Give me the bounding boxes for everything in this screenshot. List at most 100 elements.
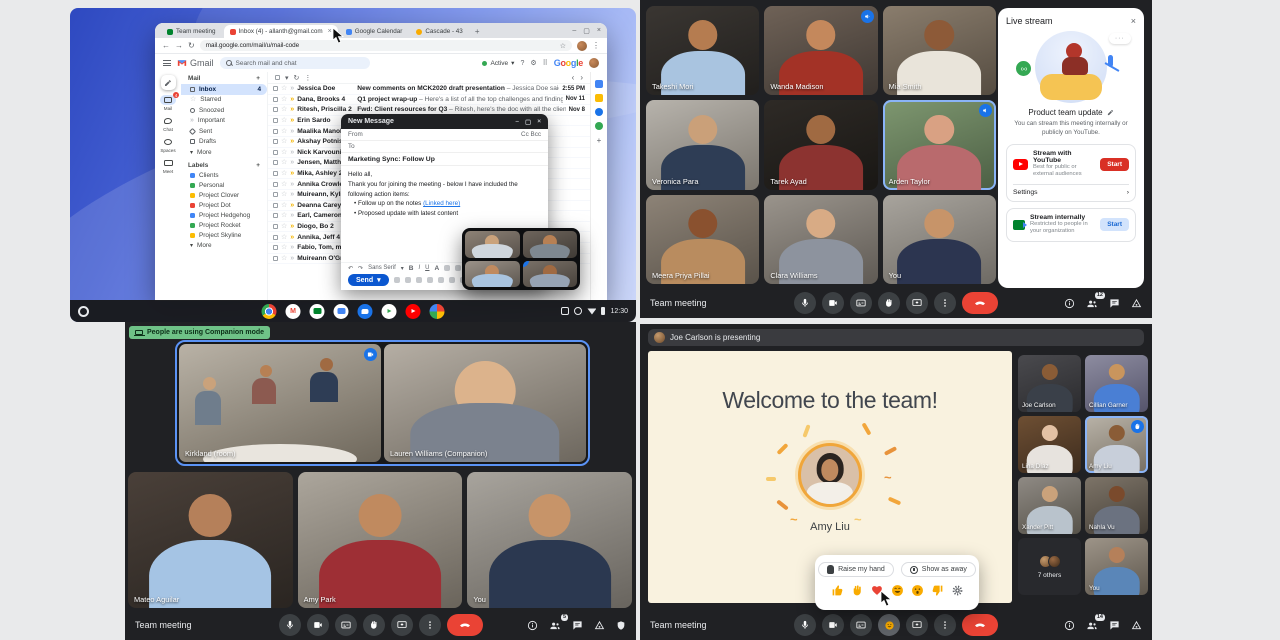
checkbox-icon[interactable] bbox=[273, 171, 278, 176]
insert-image-icon[interactable] bbox=[449, 277, 455, 283]
present-button[interactable] bbox=[906, 292, 928, 314]
from-field[interactable]: FromCc Bcc bbox=[341, 129, 548, 141]
tab-team-meeting[interactable]: Team meeting bbox=[161, 25, 222, 38]
prev-page-icon[interactable]: ‹ bbox=[572, 73, 575, 82]
reload-button[interactable]: ↻ bbox=[188, 41, 195, 50]
camera-button[interactable] bbox=[822, 614, 844, 636]
star-icon[interactable]: ☆ bbox=[281, 85, 287, 92]
add-addon-icon[interactable]: + bbox=[597, 136, 602, 145]
maximize-button[interactable]: ▢ bbox=[583, 27, 590, 35]
participant-tile-speaking[interactable]: Arden Taylor bbox=[883, 100, 996, 189]
chat-icon[interactable] bbox=[1109, 298, 1120, 309]
youtube-icon[interactable] bbox=[406, 304, 421, 319]
activities-icon[interactable] bbox=[1131, 298, 1142, 309]
profile-avatar[interactable] bbox=[577, 41, 587, 51]
end-call-button[interactable] bbox=[447, 614, 483, 636]
compose-close-icon[interactable]: × bbox=[537, 118, 541, 126]
importance-icon[interactable]: » bbox=[290, 138, 294, 145]
bold-button[interactable]: B bbox=[409, 265, 414, 272]
address-bar[interactable]: mail.google.com/mail/u/mail-code ☆ bbox=[200, 40, 572, 51]
status-tray[interactable]: 12:30 bbox=[561, 307, 628, 315]
participant-tile[interactable]: Clara Williams bbox=[764, 195, 877, 284]
bookmark-icon[interactable]: ☆ bbox=[560, 42, 566, 50]
font-selector[interactable]: Sans Serif bbox=[368, 265, 396, 271]
launcher-button[interactable] bbox=[78, 306, 89, 317]
people-icon[interactable]: 5 bbox=[549, 620, 561, 631]
importance-icon[interactable]: » bbox=[290, 149, 294, 156]
participant-tile[interactable]: Veronica Para bbox=[646, 100, 759, 189]
more-options-button[interactable] bbox=[934, 614, 956, 636]
importance-icon[interactable]: » bbox=[290, 85, 294, 92]
meet-shelf-icon[interactable] bbox=[310, 304, 325, 319]
star-icon[interactable]: ☆ bbox=[281, 255, 287, 262]
subject-field[interactable]: Marketing Sync: Follow Up bbox=[341, 153, 548, 166]
checkbox-icon[interactable] bbox=[273, 129, 278, 134]
participant-tile[interactable]: Joe Carlson bbox=[1018, 355, 1081, 412]
star-icon[interactable]: ☆ bbox=[281, 202, 287, 209]
insert-link-icon[interactable] bbox=[416, 277, 422, 283]
captions-button[interactable] bbox=[850, 614, 872, 636]
room-tile[interactable]: Kirkland (room) bbox=[179, 344, 381, 462]
sidebar-item-drafts[interactable]: Drafts bbox=[181, 137, 267, 148]
info-icon[interactable] bbox=[527, 620, 538, 631]
checkbox-icon[interactable] bbox=[273, 192, 278, 197]
star-icon[interactable]: ☆ bbox=[281, 170, 287, 177]
sidebar-item-important[interactable]: »Important bbox=[181, 116, 267, 127]
apps-grid-icon[interactable]: ⠿ bbox=[543, 59, 548, 67]
checkbox-icon[interactable] bbox=[273, 203, 278, 208]
list-icon[interactable] bbox=[455, 265, 461, 271]
sidebar-item-sent[interactable]: Sent bbox=[181, 126, 267, 137]
companion-mode-banner[interactable]: People are using Companion mode bbox=[129, 326, 270, 339]
close-button[interactable]: × bbox=[597, 27, 601, 35]
tasks-icon[interactable] bbox=[595, 108, 603, 116]
label-project-skyline[interactable]: Project Skyline bbox=[181, 231, 267, 241]
underline-button[interactable]: U bbox=[425, 265, 429, 271]
more-options-button[interactable] bbox=[419, 614, 441, 636]
align-icon[interactable] bbox=[444, 265, 450, 271]
formatting-icon[interactable] bbox=[394, 277, 400, 283]
importance-icon[interactable]: » bbox=[290, 223, 294, 230]
checkbox-icon[interactable] bbox=[273, 150, 278, 155]
thumbs-up-emoji[interactable] bbox=[831, 584, 844, 597]
chrome-icon[interactable] bbox=[262, 304, 277, 319]
redo-icon[interactable]: ↷ bbox=[358, 265, 363, 272]
participant-tile-raised-hand[interactable]: Amy Liu bbox=[1085, 416, 1148, 473]
chevron-down-icon[interactable]: ▾ bbox=[285, 74, 289, 82]
add-label-icon[interactable]: + bbox=[256, 162, 260, 169]
sidebar-item-inbox[interactable]: Inbox4 bbox=[181, 84, 267, 95]
files-icon[interactable] bbox=[334, 304, 349, 319]
mic-button[interactable] bbox=[279, 614, 301, 636]
participant-tile[interactable]: Amy Park bbox=[298, 472, 463, 608]
info-icon[interactable] bbox=[1064, 298, 1075, 309]
participant-tile[interactable]: Nahla Vu bbox=[1085, 477, 1148, 534]
participant-tile[interactable]: Mia Smith bbox=[883, 6, 996, 95]
participant-tile[interactable]: Lina Díaz bbox=[1018, 416, 1081, 473]
photos-icon[interactable] bbox=[430, 304, 445, 319]
importance-icon[interactable]: » bbox=[290, 170, 294, 177]
start-internal-button[interactable]: Start bbox=[1100, 218, 1129, 231]
chat-shelf-icon[interactable] bbox=[358, 304, 373, 319]
importance-icon[interactable]: » bbox=[290, 255, 294, 262]
chat-icon[interactable] bbox=[572, 620, 583, 631]
browser-menu-icon[interactable]: ⋮ bbox=[592, 41, 600, 50]
checkbox-icon[interactable] bbox=[273, 86, 278, 91]
tab-close-icon[interactable]: × bbox=[328, 28, 332, 35]
rail-item-mail[interactable]: 4 Mail bbox=[160, 95, 176, 111]
captions-button[interactable] bbox=[850, 292, 872, 314]
keep-icon[interactable] bbox=[595, 94, 603, 102]
email-row[interactable]: ☆»Jessica DoeNew comments on MCK2020 dra… bbox=[268, 84, 590, 95]
edit-pencil-icon[interactable] bbox=[1107, 109, 1114, 116]
label-clients[interactable]: Clients bbox=[181, 171, 267, 181]
participant-tile[interactable]: Cillian Garner bbox=[1085, 355, 1148, 412]
body-link[interactable]: (Linked here) bbox=[423, 200, 460, 207]
cc-bcc-toggle[interactable]: Cc Bcc bbox=[521, 131, 541, 138]
compose-minimize-icon[interactable]: – bbox=[515, 118, 519, 126]
mic-button[interactable] bbox=[794, 292, 816, 314]
label-project-dot[interactable]: Project Dot bbox=[181, 201, 267, 211]
label-project-clover[interactable]: Project Clover bbox=[181, 191, 267, 201]
compose-popout-icon[interactable]: ▢ bbox=[525, 118, 531, 126]
hamburger-icon[interactable] bbox=[163, 60, 171, 66]
tab-cascade[interactable]: Cascade - 43 bbox=[410, 25, 468, 38]
search-input[interactable]: Search mail and chat bbox=[220, 57, 370, 69]
refresh-icon[interactable]: ↻ bbox=[294, 74, 300, 82]
